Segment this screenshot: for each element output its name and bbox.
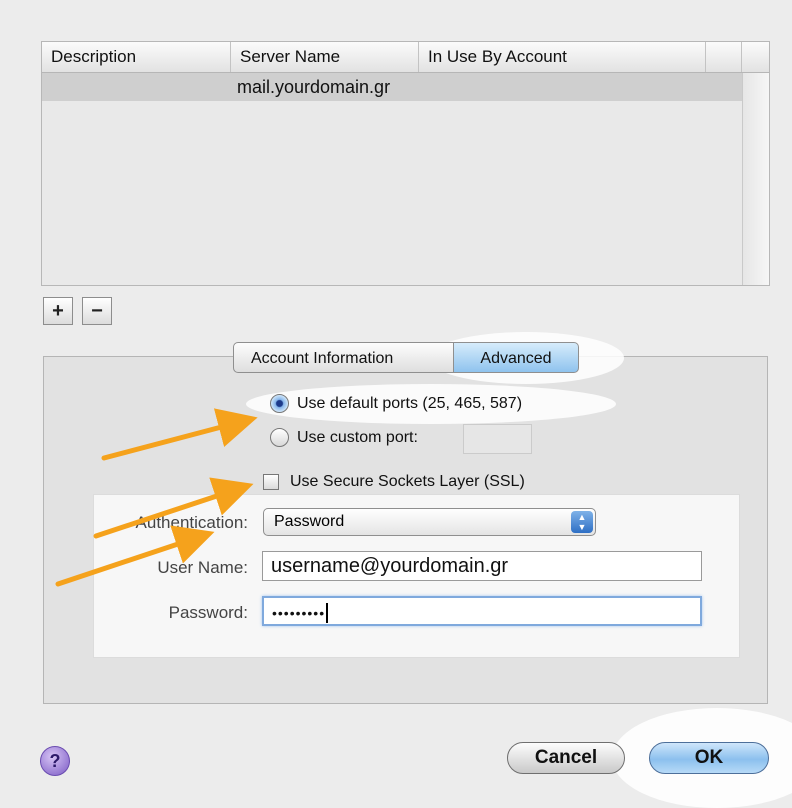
row-server-name: mail.yourdomain.gr (237, 77, 391, 97)
remove-server-button[interactable]: − (82, 297, 112, 325)
default-ports-label: Use default ports (25, 465, 587) (297, 395, 523, 412)
tab-advanced[interactable]: Advanced (454, 342, 579, 373)
custom-port-input[interactable] (463, 424, 532, 454)
text-caret (326, 602, 329, 623)
ok-button[interactable]: OK (649, 742, 769, 774)
tab-account-information[interactable]: Account Information (233, 342, 454, 373)
password-label: Password: (168, 603, 248, 622)
custom-port-label: Use custom port: (297, 429, 418, 446)
authentication-label: Authentication: (135, 513, 248, 532)
ssl-checkbox[interactable] (263, 474, 279, 490)
smtp-server-table: Description Server Name In Use By Accoun… (41, 41, 770, 286)
chevron-updown-icon: ▲ ▼ (571, 511, 593, 533)
table-row[interactable]: mail.yourdomain.gr (42, 73, 742, 101)
column-server-name[interactable]: Server Name (231, 42, 419, 72)
custom-port-radio[interactable] (270, 428, 289, 447)
table-scrollbar[interactable] (742, 73, 769, 285)
password-field[interactable]: ••••••••• (262, 596, 702, 626)
authentication-value: Password (274, 513, 345, 530)
column-extra (706, 42, 742, 72)
tab-bar: Account Information Advanced (233, 342, 579, 373)
user-name-label: User Name: (157, 558, 248, 577)
cancel-button[interactable]: Cancel (507, 742, 625, 774)
user-name-field[interactable]: username@yourdomain.gr (262, 551, 702, 581)
password-value: ••••••••• (272, 605, 326, 621)
authentication-select[interactable]: Password ▲ ▼ (263, 508, 596, 536)
column-in-use-by-account[interactable]: In Use By Account (419, 42, 706, 72)
table-header: Description Server Name In Use By Accoun… (42, 42, 769, 73)
ssl-label: Use Secure Sockets Layer (SSL) (290, 473, 525, 490)
help-icon[interactable]: ? (40, 746, 70, 776)
column-description[interactable]: Description (42, 42, 231, 72)
add-server-button[interactable]: + (43, 297, 73, 325)
default-ports-radio[interactable] (270, 394, 289, 413)
